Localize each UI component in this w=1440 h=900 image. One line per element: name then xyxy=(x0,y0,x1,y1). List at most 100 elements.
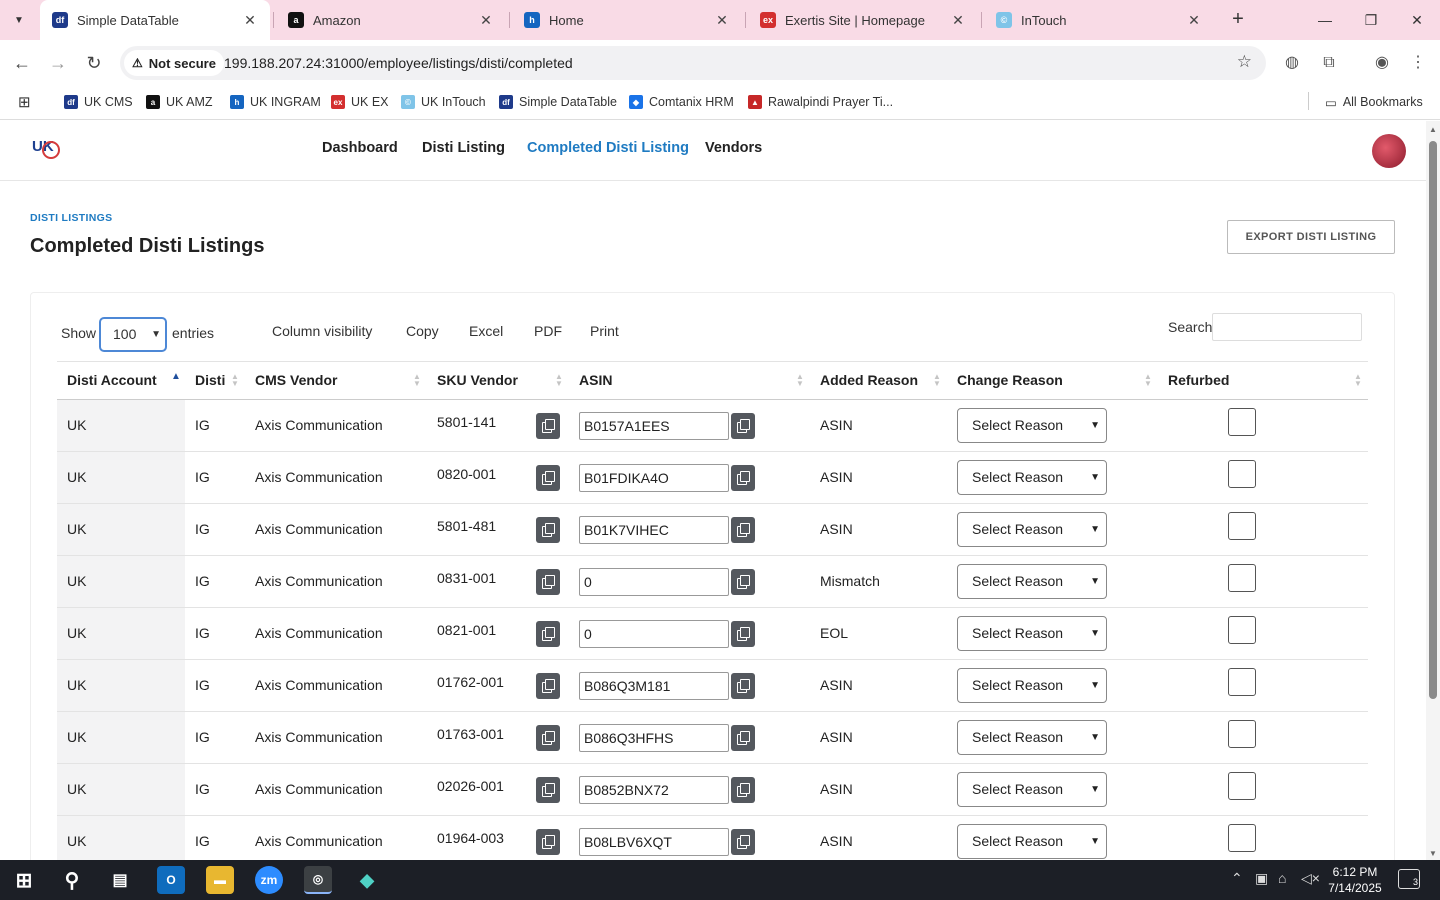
zoom-icon[interactable]: zm xyxy=(255,866,283,894)
copy-asin-button[interactable] xyxy=(731,725,755,751)
asin-input[interactable]: 0 xyxy=(579,568,729,596)
copy-asin-button[interactable] xyxy=(731,829,755,855)
breadcrumb[interactable]: DISTI LISTINGS xyxy=(30,212,112,224)
scroll-up-icon[interactable]: ▲ xyxy=(1429,125,1437,134)
refurbed-checkbox[interactable] xyxy=(1228,772,1256,800)
browser-tab[interactable]: ex Exertis Site | Homepage ✕ xyxy=(748,0,978,40)
search-icon[interactable]: ⚲ xyxy=(58,866,86,894)
excel-button[interactable]: Excel xyxy=(469,323,503,339)
col-refurbed[interactable]: Refurbed xyxy=(1168,372,1229,388)
task-view-icon[interactable]: ▤ xyxy=(106,866,134,894)
copy-sku-button[interactable] xyxy=(536,413,560,439)
bookmark-item[interactable]: ▲ Rawalpindi Prayer Ti... xyxy=(748,92,893,112)
tab-search-chevron-icon[interactable]: ▼ xyxy=(7,8,31,32)
refurbed-checkbox[interactable] xyxy=(1228,824,1256,852)
copy-sku-button[interactable] xyxy=(536,465,560,491)
nav-disti-listing[interactable]: Disti Listing xyxy=(422,140,505,156)
maximize-icon[interactable]: ❐ xyxy=(1356,8,1386,32)
sort-icon[interactable]: ▲ ▼ xyxy=(1354,373,1362,388)
new-tab-plus-icon[interactable]: + xyxy=(1226,8,1250,32)
profile-icon[interactable]: ◉ xyxy=(1370,51,1394,75)
col-sku-vendor[interactable]: SKU Vendor xyxy=(437,372,518,388)
extensions-puzzle-icon[interactable]: ⧉ xyxy=(1317,51,1341,75)
close-window-icon[interactable]: ✕ xyxy=(1402,8,1432,32)
scrollbar-thumb[interactable] xyxy=(1429,141,1437,699)
copy-asin-button[interactable] xyxy=(731,777,755,803)
copy-sku-button[interactable] xyxy=(536,777,560,803)
change-reason-select[interactable]: Select Reason ▼ xyxy=(957,668,1107,703)
refurbed-checkbox[interactable] xyxy=(1228,616,1256,644)
back-arrow-icon[interactable]: ← xyxy=(10,51,34,75)
copy-sku-button[interactable] xyxy=(536,673,560,699)
translate-globe-icon[interactable]: ◍ xyxy=(1280,51,1304,75)
apps-grid-icon[interactable]: ⊞ xyxy=(18,92,31,112)
col-change-reason[interactable]: Change Reason xyxy=(957,372,1063,388)
minimize-icon[interactable]: — xyxy=(1310,8,1340,32)
tab-close-icon[interactable]: ✕ xyxy=(242,12,258,29)
change-reason-select[interactable]: Select Reason ▼ xyxy=(957,616,1107,651)
system-clock[interactable]: 6:12 PM 7/14/2025 xyxy=(1322,864,1388,896)
change-reason-select[interactable]: Select Reason ▼ xyxy=(957,772,1107,807)
tab-close-icon[interactable]: ✕ xyxy=(714,12,730,29)
page-length-select[interactable]: 100 ▼ xyxy=(99,317,167,352)
sort-icon[interactable]: ▲ ▼ xyxy=(796,373,804,388)
change-reason-select[interactable]: Select Reason ▼ xyxy=(957,460,1107,495)
security-chip[interactable]: ⚠ Not secure xyxy=(124,50,224,76)
volume-mute-icon[interactable]: ◁× xyxy=(1301,870,1320,887)
more-menu-icon[interactable]: ⋮ xyxy=(1406,51,1430,75)
chrome-icon[interactable]: ◎ xyxy=(304,866,332,894)
refurbed-checkbox[interactable] xyxy=(1228,668,1256,696)
col-cms-vendor[interactable]: CMS Vendor xyxy=(255,372,337,388)
pdf-button[interactable]: PDF xyxy=(534,323,562,339)
sort-icon[interactable]: ▲ ▼ xyxy=(413,373,421,388)
refurbed-checkbox[interactable] xyxy=(1228,408,1256,436)
copy-sku-button[interactable] xyxy=(536,621,560,647)
sort-icon[interactable]: ▲ ▼ xyxy=(1144,373,1152,388)
bookmark-item[interactable]: h UK INGRAM xyxy=(230,92,321,112)
copy-sku-button[interactable] xyxy=(536,725,560,751)
asin-input[interactable]: B0852BNX72 xyxy=(579,776,729,804)
tray-device-icon[interactable]: ▣ xyxy=(1255,870,1268,887)
copy-asin-button[interactable] xyxy=(731,517,755,543)
app-logo[interactable]: UK xyxy=(32,138,60,164)
notification-icon[interactable]: 3 xyxy=(1398,869,1420,889)
browser-tab[interactable]: h Home ✕ xyxy=(512,0,742,40)
address-bar[interactable]: ⚠ Not secure 199.188.207.24:31000/employ… xyxy=(120,46,1266,80)
asin-input[interactable]: B0157A1EES xyxy=(579,412,729,440)
scroll-down-icon[interactable]: ▼ xyxy=(1429,849,1437,858)
forward-arrow-icon[interactable]: → xyxy=(46,51,70,75)
nav-dashboard[interactable]: Dashboard xyxy=(322,140,398,156)
tab-close-icon[interactable]: ✕ xyxy=(950,12,966,29)
sort-icon[interactable]: ▲ ▼ xyxy=(933,373,941,388)
bookmark-item[interactable]: df UK CMS xyxy=(64,92,133,112)
browser-tab[interactable]: a Amazon ✕ xyxy=(276,0,506,40)
url-text[interactable]: 199.188.207.24:31000/employee/listings/d… xyxy=(224,55,573,71)
nav-vendors[interactable]: Vendors xyxy=(705,140,762,156)
copy-sku-button[interactable] xyxy=(536,829,560,855)
refurbed-checkbox[interactable] xyxy=(1228,512,1256,540)
reload-icon[interactable]: ↻ xyxy=(82,51,106,75)
asin-input[interactable]: B01FDIKA4O xyxy=(579,464,729,492)
copy-asin-button[interactable] xyxy=(731,569,755,595)
change-reason-select[interactable]: Select Reason ▼ xyxy=(957,512,1107,547)
asin-input[interactable]: B086Q3M181 xyxy=(579,672,729,700)
asin-input[interactable]: B086Q3HFHS xyxy=(579,724,729,752)
file-explorer-icon[interactable]: ▬ xyxy=(206,866,234,894)
refurbed-checkbox[interactable] xyxy=(1228,460,1256,488)
browser-tab[interactable]: df Simple DataTable ✕ xyxy=(40,0,270,40)
bookmark-item[interactable]: ◆ Comtanix HRM xyxy=(629,92,734,112)
column-visibility-button[interactable]: Column visibility xyxy=(272,323,372,339)
bookmark-item[interactable]: © UK InTouch xyxy=(401,92,486,112)
windows-start-icon[interactable]: ⊞ xyxy=(10,866,38,894)
sort-icon[interactable]: ▲ ▼ xyxy=(555,373,563,388)
change-reason-select[interactable]: Select Reason ▼ xyxy=(957,824,1107,859)
sort-asc-icon[interactable]: ▲ xyxy=(171,372,181,382)
refurbed-checkbox[interactable] xyxy=(1228,720,1256,748)
tab-close-icon[interactable]: ✕ xyxy=(478,12,494,29)
user-avatar[interactable] xyxy=(1372,134,1406,168)
col-disti-account[interactable]: Disti Account xyxy=(67,372,157,388)
search-input[interactable] xyxy=(1212,313,1362,341)
asin-input[interactable]: B08LBV6XQT xyxy=(579,828,729,856)
bookmark-item[interactable]: a UK AMZ xyxy=(146,92,213,112)
bookmark-star-icon[interactable]: ☆ xyxy=(1237,52,1252,72)
